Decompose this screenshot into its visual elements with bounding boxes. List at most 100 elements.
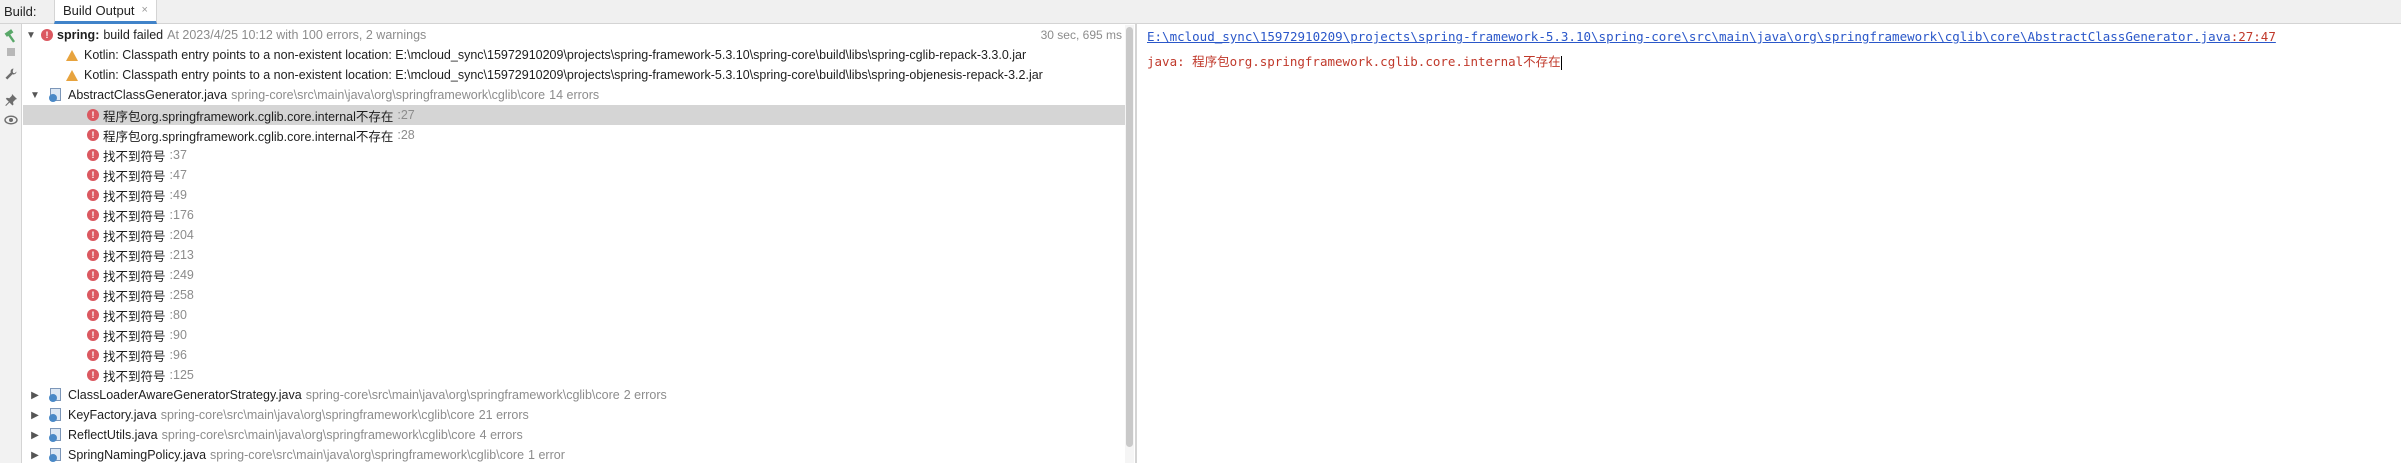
tree-error-row[interactable]: ! 找不到符号 :176 bbox=[23, 205, 1134, 225]
build-status: build failed bbox=[103, 28, 164, 42]
error-line: :96 bbox=[169, 348, 187, 362]
file-path: spring-core\src\main\java\org\springfram… bbox=[210, 448, 525, 462]
error-message: 找不到符号 bbox=[103, 169, 166, 184]
chevron-right-icon[interactable]: ▶ bbox=[29, 390, 41, 401]
tab-label: Build Output bbox=[63, 2, 135, 18]
file-error-count: 2 errors bbox=[623, 388, 667, 402]
error-line: :176 bbox=[169, 208, 194, 222]
error-line: :204 bbox=[169, 228, 194, 242]
error-message: 找不到符号 bbox=[103, 209, 166, 224]
java-file-icon bbox=[49, 408, 63, 422]
tree-file-node[interactable]: ▶ ClassLoaderAwareGeneratorStrategy.java… bbox=[23, 385, 1134, 405]
tree-error-row[interactable]: ! 找不到符号 :47 bbox=[23, 165, 1134, 185]
error-icon: ! bbox=[87, 329, 99, 341]
file-path: spring-core\src\main\java\org\springfram… bbox=[305, 388, 620, 402]
tree-error-row[interactable]: ! 找不到符号 :90 bbox=[23, 325, 1134, 345]
error-message: 找不到符号 bbox=[103, 189, 166, 204]
source-line-column: :27:47 bbox=[2230, 29, 2276, 44]
file-error-count: 21 errors bbox=[478, 408, 529, 422]
tree-error-row[interactable]: ! 找不到符号 :204 bbox=[23, 225, 1134, 245]
tree-error-row[interactable]: ! 找不到符号 :80 bbox=[23, 305, 1134, 325]
tree-error-row[interactable]: ! 找不到符号 :37 bbox=[23, 145, 1134, 165]
file-path: spring-core\src\main\java\org\springfram… bbox=[161, 428, 476, 442]
eye-icon[interactable] bbox=[3, 112, 19, 128]
warning-text: Kotlin: Classpath entry points to a non-… bbox=[84, 68, 1043, 82]
java-file-icon bbox=[49, 88, 63, 102]
error-icon: ! bbox=[87, 289, 99, 301]
error-message-text: java: 程序包org.springframework.cglib.core.… bbox=[1147, 54, 1561, 69]
error-line: :258 bbox=[169, 288, 194, 302]
tree-error-row[interactable]: ! 程序包org.springframework.cglib.core.inte… bbox=[23, 105, 1134, 125]
file-path: spring-core\src\main\java\org\springfram… bbox=[160, 408, 475, 422]
build-tree[interactable]: ▼ ! spring: build failed At 2023/4/25 10… bbox=[23, 25, 1134, 463]
error-line: :249 bbox=[169, 268, 194, 282]
error-icon: ! bbox=[87, 369, 99, 381]
console-error-message: java: 程序包org.springframework.cglib.core.… bbox=[1147, 51, 1562, 70]
file-name: AbstractClassGenerator.java bbox=[68, 88, 228, 102]
tree-scrollbar[interactable] bbox=[1125, 25, 1134, 463]
source-file-path[interactable]: E:\mcloud_sync\15972910209\projects\spri… bbox=[1147, 29, 2231, 44]
stop-icon[interactable] bbox=[3, 44, 19, 60]
file-error-count: 14 errors bbox=[549, 88, 600, 102]
error-icon: ! bbox=[87, 169, 99, 181]
error-message: 找不到符号 bbox=[103, 149, 166, 164]
tree-file-node[interactable]: ▶ KeyFactory.java spring-core\src\main\j… bbox=[23, 405, 1134, 425]
error-line: :125 bbox=[169, 368, 194, 382]
error-icon: ! bbox=[87, 249, 99, 261]
tree-error-row[interactable]: ! 找不到符号 :213 bbox=[23, 245, 1134, 265]
error-icon: ! bbox=[87, 189, 99, 201]
tree-file-node[interactable]: ▼ AbstractClassGenerator.java spring-cor… bbox=[23, 85, 1134, 105]
file-name: ReflectUtils.java bbox=[68, 428, 158, 442]
error-message: 找不到符号 bbox=[103, 269, 166, 284]
tree-warning-row[interactable]: Kotlin: Classpath entry points to a non-… bbox=[23, 45, 1134, 65]
wrench-icon[interactable] bbox=[3, 66, 19, 82]
error-line: :213 bbox=[169, 248, 194, 262]
tree-root-build-failed[interactable]: ▼ ! spring: build failed At 2023/4/25 10… bbox=[23, 25, 1134, 45]
hammer-icon[interactable] bbox=[3, 28, 19, 44]
file-path: spring-core\src\main\java\org\springfram… bbox=[231, 88, 546, 102]
chevron-right-icon[interactable]: ▶ bbox=[29, 430, 41, 441]
source-location-link[interactable]: E:\mcloud_sync\15972910209\projects\spri… bbox=[1147, 29, 2276, 44]
tree-error-row[interactable]: ! 找不到符号 :258 bbox=[23, 285, 1134, 305]
tree-warning-row[interactable]: Kotlin: Classpath entry points to a non-… bbox=[23, 65, 1134, 85]
error-icon: ! bbox=[87, 149, 99, 161]
tree-file-node[interactable]: ▶ SpringNamingPolicy.java spring-core\sr… bbox=[23, 445, 1134, 463]
tree-error-row[interactable]: ! 找不到符号 :249 bbox=[23, 265, 1134, 285]
tree-error-row[interactable]: ! 找不到符号 :125 bbox=[23, 365, 1134, 385]
error-message: 找不到符号 bbox=[103, 289, 166, 304]
error-line: :28 bbox=[397, 128, 415, 142]
java-file-icon bbox=[49, 428, 63, 442]
build-toolbar bbox=[0, 24, 22, 463]
chevron-down-icon[interactable]: ▼ bbox=[29, 90, 41, 101]
error-message: 找不到符号 bbox=[103, 309, 166, 324]
error-message: 找不到符号 bbox=[103, 369, 166, 384]
error-icon: ! bbox=[87, 349, 99, 361]
error-icon: ! bbox=[87, 309, 99, 321]
scrollbar-thumb[interactable] bbox=[1126, 27, 1133, 447]
error-message: 找不到符号 bbox=[103, 349, 166, 364]
error-icon: ! bbox=[87, 229, 99, 241]
chevron-right-icon[interactable]: ▶ bbox=[29, 450, 41, 461]
error-icon: ! bbox=[41, 29, 53, 41]
chevron-right-icon[interactable]: ▶ bbox=[29, 410, 41, 421]
error-line: :27 bbox=[397, 108, 415, 122]
tab-build-output[interactable]: Build Output × bbox=[54, 0, 157, 24]
build-details: At 2023/4/25 10:12 with 100 errors, 2 wa… bbox=[167, 28, 427, 42]
build-console[interactable]: E:\mcloud_sync\15972910209\projects\spri… bbox=[1137, 25, 2401, 463]
error-line: :80 bbox=[169, 308, 187, 322]
error-line: :49 bbox=[169, 188, 187, 202]
tree-file-node[interactable]: ▶ ReflectUtils.java spring-core\src\main… bbox=[23, 425, 1134, 445]
file-name: ClassLoaderAwareGeneratorStrategy.java bbox=[68, 388, 302, 402]
tree-error-row[interactable]: ! 程序包org.springframework.cglib.core.inte… bbox=[23, 125, 1134, 145]
project-name: spring: bbox=[57, 28, 100, 42]
tab-close-icon[interactable]: × bbox=[142, 4, 148, 16]
build-duration: 30 sec, 695 ms bbox=[1040, 28, 1122, 42]
file-name: KeyFactory.java bbox=[68, 408, 157, 422]
tree-error-row[interactable]: ! 找不到符号 :49 bbox=[23, 185, 1134, 205]
warning-text: Kotlin: Classpath entry points to a non-… bbox=[84, 48, 1027, 62]
tree-error-row[interactable]: ! 找不到符号 :96 bbox=[23, 345, 1134, 365]
chevron-down-icon[interactable]: ▼ bbox=[25, 30, 37, 41]
pin-icon[interactable] bbox=[3, 92, 19, 108]
warning-icon bbox=[66, 69, 78, 81]
error-icon: ! bbox=[87, 209, 99, 221]
